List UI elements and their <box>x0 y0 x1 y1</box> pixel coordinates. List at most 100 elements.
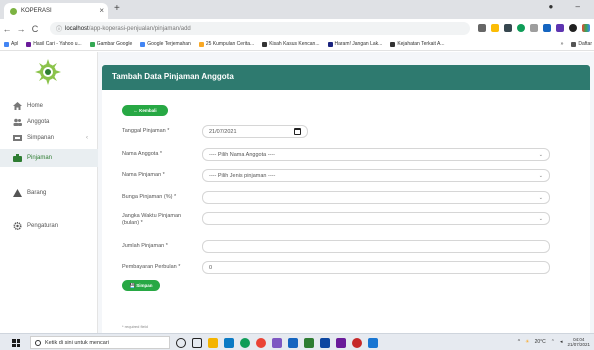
app-icon[interactable] <box>272 338 282 348</box>
sidebar-item-barang[interactable]: Barang <box>0 185 98 201</box>
bookmark-item[interactable]: Hasil Cari - Yahoo u... <box>26 41 82 47</box>
label-jenis: Nama Pinjaman * <box>122 172 165 178</box>
label-jangka: Jangka Waktu Pinjaman (bulan) * <box>122 213 182 226</box>
jenis-pinjaman-select[interactable]: ---- Pilih Jenis pinjaman ---- ⌄ <box>202 169 550 182</box>
zoom-icon[interactable] <box>478 24 486 32</box>
sidebar-item-anggota[interactable]: Anggota <box>0 114 98 130</box>
extension-icons <box>478 24 594 32</box>
info-icon[interactable]: ⓘ <box>56 24 62 33</box>
loan-icon <box>13 154 22 162</box>
anggota-value: ---- Pilih Nama Anggota ---- <box>209 151 276 158</box>
weather-icon[interactable]: ☀ <box>525 339 529 345</box>
extension-icon[interactable] <box>504 24 512 32</box>
label-bulanan: Pembayaran Perbulan * <box>122 264 181 270</box>
extension-icon[interactable] <box>569 24 577 32</box>
extension-icon[interactable] <box>530 24 538 32</box>
apps-icon[interactable] <box>582 24 590 32</box>
label-jumlah: Jumlah Pinjaman * <box>122 243 168 249</box>
sidebar-item-pinjaman[interactable]: Pinjaman <box>0 149 98 167</box>
app-icon[interactable] <box>320 338 330 348</box>
gear-icon <box>13 221 22 231</box>
new-tab-button[interactable]: + <box>114 3 120 14</box>
volume-icon[interactable]: ◂ <box>560 339 563 345</box>
sidebar-item-label: Simpanan <box>27 135 55 141</box>
reload-icon[interactable]: C <box>28 24 42 34</box>
globe-icon <box>262 41 268 47</box>
sidebar-item-pengaturan[interactable]: Pengaturan <box>0 218 98 234</box>
task-view-icon[interactable] <box>192 338 202 348</box>
app-icon[interactable] <box>368 338 378 348</box>
temperature: 20°C <box>534 339 546 345</box>
file-explorer-icon[interactable] <box>208 338 218 348</box>
sidebar-item-label: Pengaturan <box>27 223 59 229</box>
browser-toolbar: ← → C ⓘ localhost /app-koperasi-penjuala… <box>0 19 594 38</box>
bulanan-value: 0 <box>209 264 213 271</box>
yahoo-icon <box>26 41 32 47</box>
save-button[interactable]: 💾 Simpan <box>122 280 160 291</box>
pembayaran-perbulan-input[interactable]: 0 <box>202 261 550 274</box>
bookmark-item[interactable]: Haram! Jangan Lak... <box>327 41 382 47</box>
sidebar-item-simpanan[interactable]: Simpanan ‹ <box>0 130 98 146</box>
app-icon[interactable] <box>304 338 314 348</box>
bookmark-item[interactable]: Gambar Google <box>89 41 132 47</box>
app-icon[interactable] <box>352 338 362 348</box>
google-icon <box>89 41 95 47</box>
jangka-select[interactable]: ⌄ <box>202 212 550 225</box>
jumlah-input[interactable] <box>202 240 550 253</box>
extension-icon[interactable] <box>556 24 564 32</box>
koperasi-favicon-icon <box>10 7 17 15</box>
star-icon[interactable] <box>491 24 499 32</box>
edge-icon[interactable] <box>240 338 250 348</box>
sidebar: Home Anggota Simpanan ‹ Pinjaman Barang … <box>0 52 98 333</box>
chevron-down-icon: ⌄ <box>538 195 543 201</box>
clock[interactable]: 04:04 21/07/2021 <box>567 337 590 347</box>
chrome-icon[interactable] <box>256 338 266 348</box>
page-title: Tambah Data Pinjaman Anggota <box>112 72 234 81</box>
taskbar-search[interactable]: Ketik di sini untuk mencari <box>30 336 170 349</box>
cortana-icon[interactable] <box>176 338 186 348</box>
back-arrow-icon[interactable]: ← <box>0 24 14 34</box>
tanggal-input[interactable]: 21/07/2021 <box>202 125 308 138</box>
back-button[interactable]: ← Kembali <box>122 105 168 116</box>
bunga-select[interactable]: ⌄ <box>202 191 550 204</box>
box-icon <box>13 189 22 197</box>
sidebar-item-home[interactable]: Home <box>0 98 98 114</box>
bookmark-apps[interactable]: Apl <box>4 41 18 47</box>
window-controls[interactable]: ● – <box>548 2 590 11</box>
extension-icon[interactable] <box>517 24 525 32</box>
koperasi-logo <box>35 59 61 85</box>
system-tray: ^ ☀ 20°C ⌃ ◂ 04:04 21/07/2021 <box>518 337 590 347</box>
label-anggota: Nama Anggota * <box>122 151 163 157</box>
browser-tab-strip: KOPERASI × + ● – <box>0 0 594 19</box>
app-icon[interactable] <box>288 338 298 348</box>
store-icon[interactable] <box>224 338 234 348</box>
list-icon <box>571 41 577 47</box>
extension-icon[interactable] <box>543 24 551 32</box>
bookmark-icon <box>198 41 204 47</box>
bookmarks-other[interactable]: Daftar <box>571 41 594 47</box>
bookmark-icon <box>327 41 333 47</box>
bookmark-item[interactable]: 25 Kumpulan Cerita... <box>198 41 254 47</box>
browser-tab[interactable]: KOPERASI × <box>4 3 108 19</box>
app-icon[interactable] <box>336 338 346 348</box>
network-icon[interactable]: ⌃ <box>551 339 555 345</box>
bookmark-item[interactable]: Kejahatan Terkait A... <box>390 41 444 47</box>
bookmark-item[interactable]: Google Terjemahan <box>140 41 191 47</box>
url-path: /app-koperasi-penjualan/pinjaman/add <box>88 25 191 32</box>
anggota-select[interactable]: ---- Pilih Nama Anggota ---- ⌄ <box>202 148 550 161</box>
tab-close-icon[interactable]: × <box>99 6 104 15</box>
chevron-up-icon[interactable]: ^ <box>518 339 520 345</box>
required-field-note: * required field <box>122 324 148 329</box>
windows-start-icon[interactable] <box>12 339 20 347</box>
bookmark-item[interactable]: Kisah Kasus Kencan... <box>262 41 320 47</box>
address-bar[interactable]: ⓘ localhost /app-koperasi-penjualan/pinj… <box>50 22 470 35</box>
calendar-icon[interactable] <box>294 128 301 135</box>
chevron-down-icon: ⌄ <box>538 152 543 158</box>
forward-arrow-icon[interactable]: → <box>14 24 28 34</box>
bookmarks-more-button[interactable]: » <box>561 41 564 47</box>
translate-icon <box>140 41 146 47</box>
search-icon <box>35 340 41 346</box>
tanggal-value: 21/07/2021 <box>209 128 237 135</box>
taskbar-search-placeholder: Ketik di sini untuk mencari <box>45 339 109 346</box>
savings-icon <box>13 134 22 142</box>
